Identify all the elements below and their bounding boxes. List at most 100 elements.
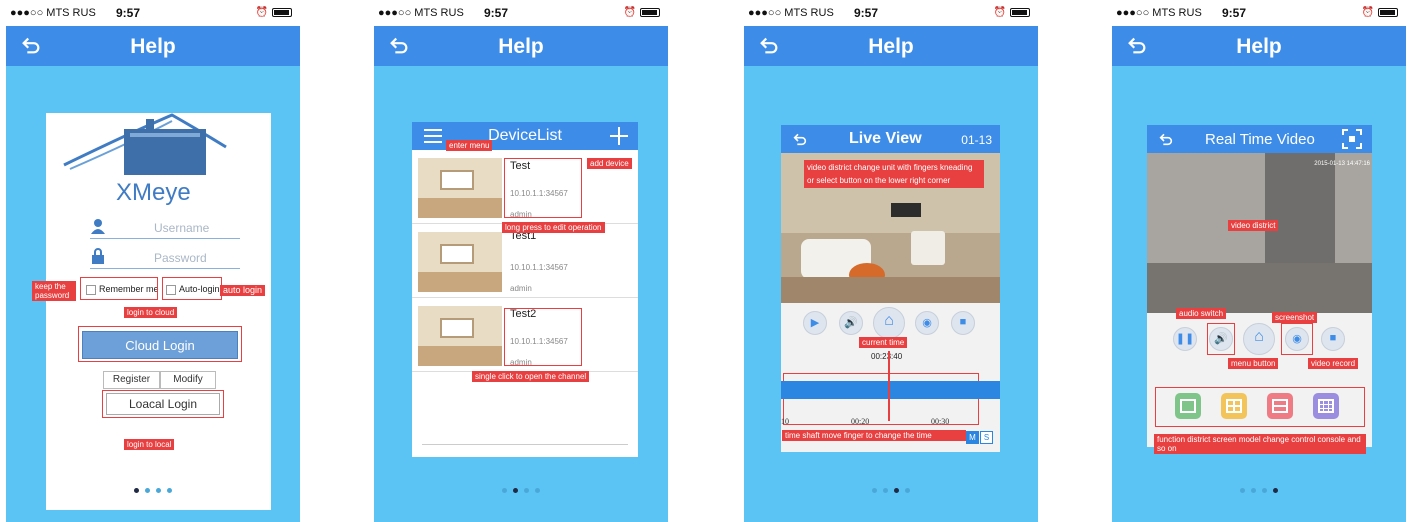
device-user: admin [510, 284, 532, 293]
page-dot[interactable] [156, 488, 161, 493]
nav-title: Help [1236, 35, 1282, 58]
register-button[interactable]: Register [103, 371, 160, 389]
page-dot[interactable] [524, 488, 529, 493]
page-dot[interactable] [535, 488, 540, 493]
annotation-auto-login: auto login [220, 285, 266, 296]
device-thumbnail [418, 306, 502, 366]
record-button[interactable]: ■ [951, 311, 975, 335]
page-dot[interactable] [145, 488, 150, 493]
tick-label: 10 [781, 417, 789, 426]
annotation-outline [504, 158, 582, 218]
status-icons: ⏰ [256, 7, 292, 18]
page-dot[interactable] [872, 488, 877, 493]
status-time: 9:57 [1222, 6, 1247, 20]
divider [422, 444, 628, 445]
status-time: 9:57 [854, 6, 879, 20]
liveview-date: 01-13 [961, 133, 992, 147]
annotation-outline [1281, 323, 1313, 355]
device-ip: 10.10.1.1:34567 [510, 263, 568, 272]
nav-bar: Help [6, 26, 300, 66]
page-dot[interactable] [883, 488, 888, 493]
pause-button[interactable]: ❚❚ [1173, 327, 1197, 351]
cloud-login-button[interactable]: Cloud Login [82, 331, 238, 359]
modify-button[interactable]: Modify [160, 371, 216, 389]
devicelist-preview: DeviceList Test 10.10.1.1:34567 admin Te… [412, 122, 638, 457]
page-dot[interactable] [134, 488, 139, 493]
password-field[interactable]: Password [90, 245, 240, 269]
annotation-menu: enter menu [446, 140, 493, 151]
video-district[interactable]: 2015-01-13 14:47:16 [1147, 153, 1372, 313]
username-field[interactable]: Username [90, 215, 240, 239]
nav-bar: Help [374, 26, 668, 66]
video-camera-icon: ■ [1329, 332, 1337, 344]
page-dot[interactable] [1240, 488, 1245, 493]
annotation-keep-password: keep the password [32, 281, 76, 301]
page-dot[interactable] [905, 488, 910, 493]
back-icon[interactable] [1157, 131, 1175, 147]
audio-button[interactable]: 🔊 [839, 311, 863, 335]
help-screen-devicelist: ●●●○○ MTS RUS 9:57 ⏰ Help DeviceList Tes… [374, 0, 668, 522]
annotation-menu-button: menu button [1228, 358, 1279, 369]
play-icon: ▶ [810, 317, 820, 329]
add-icon[interactable] [610, 127, 628, 145]
annotation-video-record: video record [1308, 358, 1359, 369]
nav-bar: Help [744, 26, 1038, 66]
status-icons: ⏰ [624, 7, 660, 18]
record-button[interactable]: ■ [1321, 327, 1345, 351]
page-dot[interactable] [894, 488, 899, 493]
screenshot-button[interactable]: ◉ [915, 311, 939, 335]
annotation-outline [162, 277, 222, 300]
status-bar: ●●●○○ MTS RUS 9:57 ⏰ [744, 0, 1038, 26]
back-icon[interactable] [791, 131, 809, 147]
battery-icon [1010, 7, 1030, 17]
page-dot[interactable] [1273, 488, 1278, 493]
page-dot[interactable] [502, 488, 507, 493]
nav-title: Help [868, 35, 914, 58]
fullscreen-icon[interactable] [1342, 129, 1362, 149]
speaker-icon: 🔊 [844, 317, 858, 329]
device-thumbnail [418, 232, 502, 292]
local-login-button[interactable]: Loacal Login [106, 393, 220, 415]
annotation-video-district: video district [1228, 220, 1279, 231]
device-thumbnail [418, 158, 502, 218]
help-screen-realtime: ●●●○○ MTS RUS 9:57 ⏰ Help Real Time Vide… [1112, 0, 1406, 522]
user-icon [91, 219, 105, 234]
menu-button[interactable]: ⌂ [1243, 323, 1275, 355]
layout-sixteen-button[interactable] [1313, 393, 1339, 419]
page-dot[interactable] [167, 488, 172, 493]
annotation-time-shaft: time shaft move finger to change the tim… [782, 430, 966, 441]
carrier-label: ●●●○○ MTS RUS [378, 7, 464, 19]
help-screen-liveview: ●●●○○ MTS RUS 9:57 ⏰ Help Live View 01-1… [744, 0, 1038, 522]
page-dot[interactable] [1251, 488, 1256, 493]
layout-quad-button[interactable] [1221, 393, 1247, 419]
annotation-outline [80, 277, 158, 300]
status-time: 9:57 [116, 6, 141, 20]
mode-m-button[interactable]: M [966, 431, 979, 444]
house-icon: ⌂ [884, 312, 894, 329]
time-shaft[interactable] [781, 381, 1000, 399]
nav-title: Help [498, 35, 544, 58]
page-dot[interactable] [1262, 488, 1267, 493]
video-timestamp: 2015-01-13 14:47:16 [1314, 161, 1370, 167]
annotation-cloud: login to cloud [124, 307, 178, 318]
battery-icon [640, 7, 660, 17]
layout-nine-button[interactable] [1267, 393, 1293, 419]
page-dot[interactable] [513, 488, 518, 493]
layout-single-button[interactable] [1175, 393, 1201, 419]
mode-s-button[interactable]: S [980, 431, 993, 444]
annotation-current-time: current time [859, 337, 908, 348]
status-bar: ●●●○○ MTS RUS 9:57 ⏰ [1112, 0, 1406, 26]
annotation-long-press: long press to edit operation [502, 222, 605, 233]
annotation-local: login to local [124, 439, 175, 450]
device-row[interactable]: Test1 10.10.1.1:34567 admin [412, 226, 638, 298]
current-time: 00:23:40 [871, 352, 903, 361]
lock-icon [92, 248, 104, 264]
time-cursor[interactable] [888, 351, 890, 421]
status-time: 9:57 [484, 6, 509, 20]
annotation-add-device: add device [587, 158, 632, 169]
page-indicator [744, 480, 1038, 498]
password-placeholder: Password [154, 251, 207, 265]
menu-home-button[interactable]: ⌂ [873, 307, 905, 339]
help-screen-login: ●●●○○ MTS RUS 9:57 ⏰ Help XMeye Username… [6, 0, 300, 522]
play-button[interactable]: ▶ [803, 311, 827, 335]
